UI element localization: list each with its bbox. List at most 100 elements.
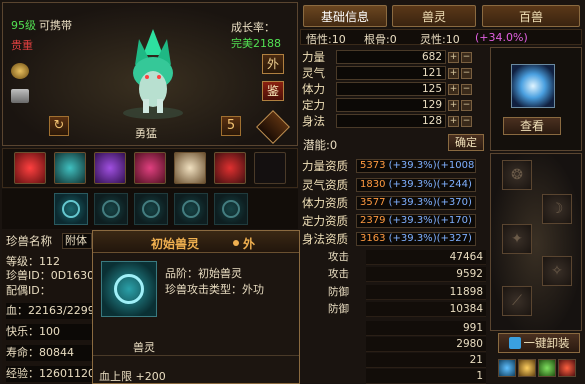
minus-button[interactable]: −: [461, 51, 472, 63]
appraise-button[interactable]: 鉴: [262, 81, 284, 101]
tab-basic-info[interactable]: 基础信息: [303, 5, 387, 27]
fight-stat-label: [326, 353, 366, 368]
skill-red-fist-icon[interactable]: [134, 152, 166, 184]
tab-hundred-beasts[interactable]: 百兽: [482, 5, 580, 27]
spirit-bonus-text: (+34.0%): [475, 31, 528, 44]
potential-text: 潜能:0: [303, 138, 338, 152]
fight-stat-value: 1: [366, 369, 486, 384]
buff-gold-icon[interactable]: [518, 359, 536, 377]
aptitude-base: 2379: [360, 214, 386, 226]
page-number-button[interactable]: 5: [221, 116, 241, 136]
equip-slot-tail[interactable]: ⟋: [502, 286, 532, 316]
aptitude-label: 灵气资质: [302, 177, 348, 192]
equip-slot-neck[interactable]: ☽: [542, 194, 572, 224]
plus-button[interactable]: +: [448, 83, 459, 95]
equip-slot-body[interactable]: ✦: [502, 224, 532, 254]
aptitude-pct: (+39.3%): [388, 214, 437, 226]
aptitude-label: 力量资质: [302, 158, 348, 173]
confirm-button[interactable]: 确定: [448, 134, 484, 151]
fight-stat-label: [326, 369, 366, 384]
skill-empty-slot[interactable]: [254, 152, 286, 184]
aptitude-row-spirit: 灵气资质 1830 (+39.3%)(+244): [302, 176, 476, 193]
skill-eagle-icon[interactable]: [174, 152, 206, 184]
plus-button[interactable]: +: [448, 67, 459, 79]
spirit-rune-icon: [62, 200, 80, 218]
skill-teal-slash-icon[interactable]: [54, 152, 86, 184]
buff-red-icon[interactable]: [558, 359, 576, 377]
outer-button[interactable]: 外: [262, 54, 284, 74]
tooltip-rune-image: [101, 261, 157, 317]
pet-rarity: 贵重: [11, 39, 33, 52]
stat-label: 定力: [302, 98, 325, 112]
aptitude-pct: (+39.3%): [388, 232, 437, 244]
lock-icon[interactable]: [11, 63, 29, 79]
aptitude-value: 5373 (+39.3%)(+1008): [356, 158, 476, 173]
aptitude-bonus: (+327): [436, 232, 472, 244]
rune-slot-1[interactable]: [54, 193, 88, 225]
rotate-left-button[interactable]: ↻: [49, 116, 69, 136]
minus-button[interactable]: −: [461, 83, 472, 95]
minus-button[interactable]: −: [461, 115, 472, 127]
aptitude-pct: (+39.3%): [388, 159, 437, 171]
tooltip-attack-type: 珍兽攻击类型：外功: [165, 283, 264, 296]
one-key-unequip-button[interactable]: 一键卸装: [498, 333, 580, 353]
aptitude-value: 1830 (+39.3%)(+244): [356, 177, 476, 192]
rune-slot-2[interactable]: [94, 193, 128, 225]
fight-stat-label: 防御: [328, 286, 349, 298]
rune-slot-3[interactable]: [134, 193, 168, 225]
tooltip-stat: 血上限 +200: [99, 370, 166, 383]
skill-purple-beast-icon[interactable]: [94, 152, 126, 184]
plus-button[interactable]: +: [448, 51, 459, 63]
tooltip-grade: 品阶：初始兽灵: [165, 267, 242, 280]
spirit-rune-icon: [102, 200, 120, 218]
spirit-rune-icon: [182, 200, 200, 218]
aptitude-label: 体力资质: [302, 195, 348, 210]
root-bone-text: 根骨:0: [364, 33, 397, 46]
pet-name-field[interactable]: 附体: [62, 233, 92, 249]
plus-button[interactable]: +: [448, 99, 459, 111]
stat-row-stamina: 体力 125 + −: [302, 81, 488, 97]
fight-stat-row: 21: [326, 353, 486, 368]
rune-slot-4[interactable]: [174, 193, 208, 225]
fight-stat-label: [326, 337, 366, 352]
equip-slot-claw[interactable]: ✧: [542, 256, 572, 286]
buff-green-icon[interactable]: [538, 359, 556, 377]
stat-row-spirit: 灵气 121 + −: [302, 65, 488, 81]
pet-model-image: [123, 29, 183, 119]
equip-slot-head[interactable]: ❂: [502, 160, 532, 190]
stat-value: 682: [336, 50, 446, 64]
spirit-text: 灵性:10: [420, 33, 460, 46]
skill-red-claw-icon[interactable]: [14, 152, 46, 184]
buff-blue-icon[interactable]: [498, 359, 516, 377]
fight-stat-value: 10384: [366, 302, 486, 317]
minus-button[interactable]: −: [461, 99, 472, 111]
happy-text: 快乐：100: [6, 324, 92, 340]
view-button[interactable]: 查看: [503, 117, 561, 135]
stat-label: 体力: [302, 82, 325, 96]
chest-icon[interactable]: [11, 89, 29, 103]
aptitude-value: 2379 (+39.3%)(+170): [356, 213, 476, 228]
buff-icons: [498, 357, 580, 379]
stat-row-agility: 身法 128 + −: [302, 113, 488, 129]
stat-label: 身法: [302, 114, 325, 128]
diamond-emblem-icon[interactable]: [256, 110, 290, 144]
tooltip-title: 初始兽灵: [151, 237, 200, 251]
fight-stat-row: 攻击 9592: [326, 267, 486, 282]
growth-value: 完美2188: [231, 37, 281, 50]
minus-button[interactable]: −: [461, 67, 472, 79]
fight-stat-value: 9592: [366, 267, 486, 282]
aptitude-value: 3163 (+39.3%)(+327): [356, 231, 476, 246]
rune-slot-5[interactable]: [214, 193, 248, 225]
fight-stat-label: 攻击: [328, 268, 349, 280]
tab-beast-spirit[interactable]: 兽灵: [392, 5, 476, 27]
skill-crimson-icon[interactable]: [214, 152, 246, 184]
aptitude-base: 5373: [360, 159, 386, 171]
plus-button[interactable]: +: [448, 115, 459, 127]
fight-stat-label: 防御: [328, 303, 349, 315]
spirit-rune-icon: [142, 200, 160, 218]
fight-stat-row: 防御 11898: [326, 285, 486, 300]
pet-trait: 勇猛: [135, 127, 157, 140]
comprehension-text: 悟性:10: [306, 33, 346, 46]
tooltip-dot-icon: [233, 240, 239, 246]
aptitude-bonus: (+170): [436, 214, 472, 226]
